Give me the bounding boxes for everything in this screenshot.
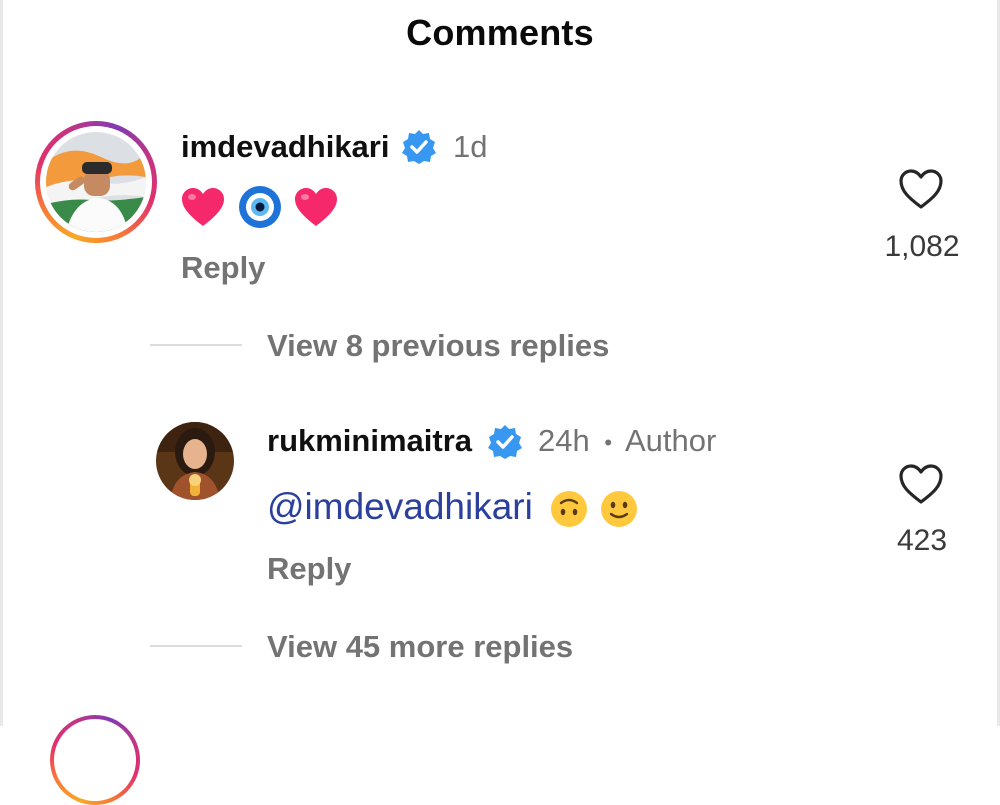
avatar[interactable] [156,422,234,500]
author-tag: Author [624,423,717,458]
red-heart-emoji [295,188,338,226]
upside-down-face-emoji [551,491,588,528]
red-heart-emoji [182,188,224,226]
comment-text [180,184,339,230]
view-previous-replies-button[interactable]: View 8 previous replies [267,328,609,364]
heart-outline-icon[interactable] [897,462,945,506]
user-avatar-image [156,422,234,500]
avatar[interactable] [35,121,157,243]
verified-badge-icon [402,130,436,164]
reply-text: @imdevadhikari [267,486,639,529]
heart-outline-icon[interactable] [897,167,945,211]
verified-badge-icon [488,425,522,459]
like-count: 423 [896,524,948,557]
thread-divider [150,344,242,346]
reply-time-value: 24h [538,423,590,458]
reply-username[interactable]: rukminimaitra [267,423,472,459]
page-title: Comments [406,12,594,53]
reply-time: 24h • Author [538,423,716,459]
meta-separator: • [604,429,613,455]
like-count: 1,082 [884,230,960,263]
thread-divider [150,645,242,647]
nazar-amulet-emoji [238,186,281,228]
avatar[interactable] [50,715,140,805]
slightly-smiling-face-emoji [601,491,638,528]
reply-button[interactable]: Reply [267,551,351,587]
comment-username[interactable]: imdevadhikari [181,129,389,165]
sheet-edge-left [0,0,3,726]
comment-time: 1d [453,129,488,164]
user-avatar-image [46,132,146,232]
mention-link[interactable]: @imdevadhikari [267,486,533,527]
view-more-replies-button[interactable]: View 45 more replies [267,629,573,665]
reply-button[interactable]: Reply [181,250,265,286]
